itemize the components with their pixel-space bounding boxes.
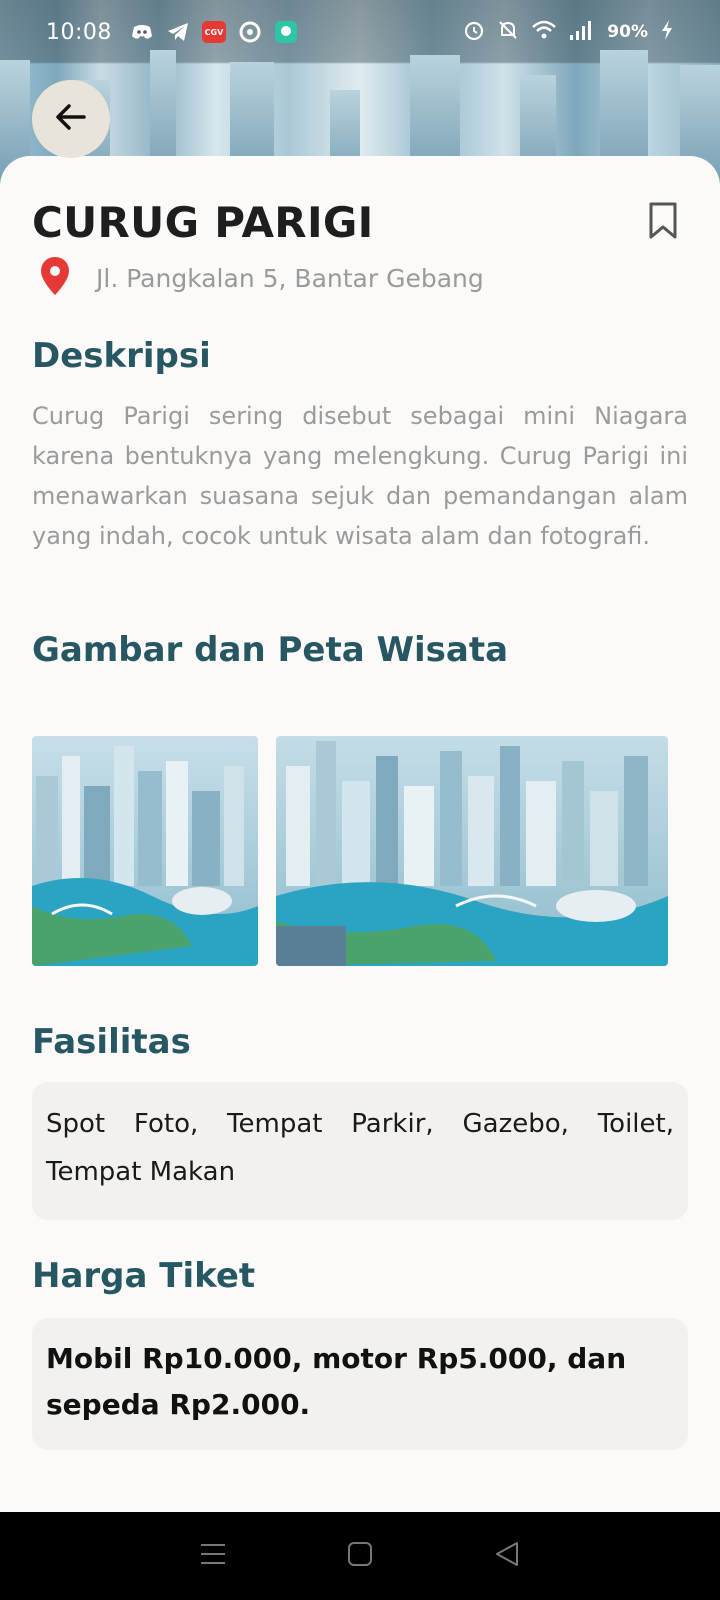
gallery-image[interactable] [32, 736, 258, 966]
detail-sheet: CURUG PARIGI Jl. Pangkalan 5, Bantar Geb… [0, 156, 720, 1512]
price-box: Mobil Rp10.000, motor Rp5.000, dan seped… [32, 1318, 688, 1450]
bookmark-icon [648, 202, 678, 244]
description-heading: Deskripsi [32, 336, 211, 376]
discord-icon [130, 21, 154, 43]
battery-percent: 90% [607, 22, 648, 42]
price-heading: Harga Tiket [32, 1256, 256, 1296]
back-button[interactable] [32, 80, 110, 158]
gallery [32, 736, 668, 966]
facilities-text: Spot Foto, Tempat Parkir, Gazebo, Toilet… [46, 1109, 674, 1187]
home-button[interactable] [340, 1536, 380, 1576]
signal-icon [569, 19, 595, 46]
price-text: Mobil Rp10.000, motor Rp5.000, dan seped… [46, 1342, 627, 1421]
gallery-image[interactable] [276, 736, 668, 966]
location-row: Jl. Pangkalan 5, Bantar Gebang [40, 256, 484, 300]
square-icon [347, 1541, 373, 1571]
facilities-box: Spot Foto, Tempat Parkir, Gazebo, Toilet… [32, 1082, 688, 1220]
description-text: Curug Parigi sering disebut sebagai mini… [32, 402, 688, 550]
page-title: CURUG PARIGI [32, 198, 374, 247]
svg-text:CGV: CGV [205, 28, 224, 37]
system-nav-bar [0, 1512, 720, 1600]
status-time: 10:08 [46, 19, 112, 45]
alarm-icon [463, 19, 485, 46]
arrow-left-icon [54, 100, 88, 138]
location-text: Jl. Pangkalan 5, Bantar Gebang [96, 263, 484, 293]
gallery-heading: Gambar dan Peta Wisata [32, 630, 509, 670]
bookmark-button[interactable] [648, 202, 678, 240]
map-pin-icon [40, 256, 70, 300]
chat-icon [274, 21, 298, 43]
wifi-icon [531, 19, 557, 46]
vpn-icon [238, 21, 262, 43]
mute-bell-icon [497, 19, 519, 46]
nav-back-button[interactable] [487, 1536, 527, 1576]
cgv-icon: CGV [201, 21, 226, 43]
triangle-back-icon [494, 1541, 520, 1571]
telegram-icon [166, 21, 190, 43]
notification-icons: CGV [130, 21, 298, 43]
status-bar: 10:08 CGV 90% [0, 0, 720, 64]
charging-icon [660, 19, 674, 46]
facilities-heading: Fasilitas [32, 1022, 191, 1062]
menu-icon [199, 1542, 227, 1570]
recent-apps-button[interactable] [193, 1536, 233, 1576]
